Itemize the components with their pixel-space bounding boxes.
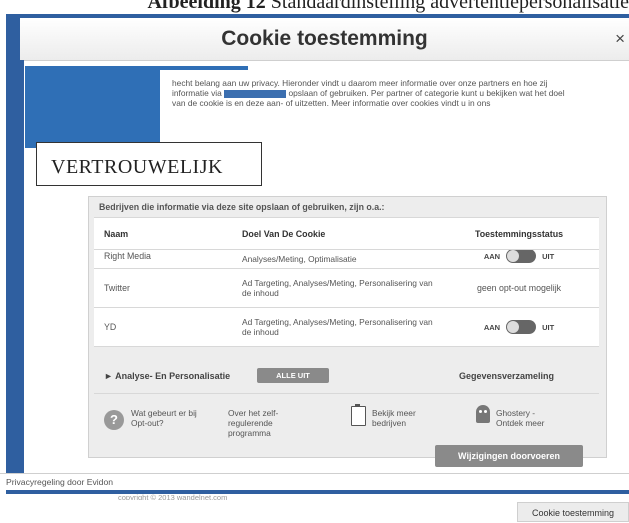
toggle-off-label: UIT (542, 322, 555, 332)
row-purpose: Analyses/Meting, Optimalisatie (242, 254, 357, 264)
partners-panel: Bedrijven die informatie via deze site o… (88, 196, 607, 458)
toggle-switch[interactable] (506, 320, 537, 334)
left-stripe (20, 60, 24, 488)
links-bar: ? Wat gebeurt er bij Opt-out? Over het z… (94, 393, 599, 450)
redaction-block (25, 66, 160, 148)
copyright-text: copyright © 2013 wandelnet.com (118, 493, 228, 500)
header-status: Toestemmingsstatus (474, 228, 564, 239)
ghostery-link[interactable]: Ghostery - Ontdek meer (496, 408, 554, 428)
panel-heading: Bedrijven die informatie via deze site o… (99, 202, 385, 212)
row-name: YD (104, 322, 117, 332)
toggle-on-label: AAN (483, 251, 501, 261)
cookie-consent-tab[interactable]: Cookie toestemming (517, 502, 629, 522)
category-right-label: Gegevensverzameling (459, 371, 555, 381)
row-status: AAN UIT (439, 308, 599, 346)
cookie-consent-modal: Cookie toestemming × hecht belang aan uw… (20, 18, 629, 488)
toggle-on-label: AAN (483, 322, 501, 332)
ghost-icon[interactable] (476, 405, 490, 423)
intro-text: hecht belang aan uw privacy. Hieronder v… (172, 78, 572, 108)
apply-changes-button[interactable]: Wijzigingen doorvoeren (435, 445, 583, 467)
modal-title: Cookie toestemming (221, 27, 428, 50)
row-name: Twitter (104, 283, 130, 293)
header-name: Naam (104, 228, 129, 239)
help-icon[interactable]: ? (104, 410, 124, 430)
partners-table: Naam Doel Van De Cookie Toestemmingsstat… (94, 217, 599, 347)
row-status: geen opt-out mogelijk (476, 283, 562, 293)
consent-toggle[interactable]: AAN UIT (484, 250, 554, 263)
document-icon[interactable] (351, 404, 366, 426)
all-off-button[interactable]: ALLE UIT (257, 368, 329, 383)
table-header-row: Naam Doel Van De Cookie Toestemmingsstat… (94, 218, 599, 250)
header-purpose: Doel Van De Cookie (242, 228, 326, 239)
caption-number: Afbeelding 12 (147, 0, 266, 13)
table-row: Right Media Analyses/Meting, Optimalisat… (94, 250, 599, 269)
toggle-off-label: UIT (542, 251, 555, 261)
row-name: Right Media (104, 251, 151, 261)
toggle-switch[interactable] (506, 250, 537, 263)
consent-toggle[interactable]: AAN UIT (484, 320, 554, 334)
close-icon[interactable]: × (615, 29, 625, 49)
category-row: ► Analyse- En Personalisatie ALLE UIT Ge… (94, 361, 599, 391)
more-companies-link[interactable]: Bekijk meer bedrijven (372, 408, 430, 428)
privacy-footer[interactable]: Privacyregeling door Evidon (0, 473, 629, 490)
row-status: AAN UIT (439, 250, 599, 268)
confidential-stamp: VERTROUWELIJK (36, 142, 262, 186)
redaction-line (158, 66, 248, 70)
table-row: YD Ad Targeting, Analyses/Meting, Person… (94, 308, 599, 347)
row-purpose: Ad Targeting, Analyses/Meting, Personali… (242, 317, 433, 337)
modal-title-bar: Cookie toestemming × (20, 18, 629, 61)
opt-out-info-link[interactable]: Wat gebeurt er bij Opt-out? (131, 408, 201, 428)
table-row: Twitter Ad Targeting, Analyses/Meting, P… (94, 269, 599, 308)
row-purpose: Ad Targeting, Analyses/Meting, Personali… (242, 278, 433, 298)
self-regulation-link[interactable]: Over het zelf-regulerende programma (228, 408, 300, 438)
caption-text: Standaardinstelling advertentiepersonali… (265, 0, 629, 13)
category-expand-link[interactable]: ► Analyse- En Personalisatie (104, 371, 230, 381)
document-caption: Afbeelding 12 Standaardinstelling advert… (0, 0, 629, 13)
redaction-bar (224, 89, 287, 98)
